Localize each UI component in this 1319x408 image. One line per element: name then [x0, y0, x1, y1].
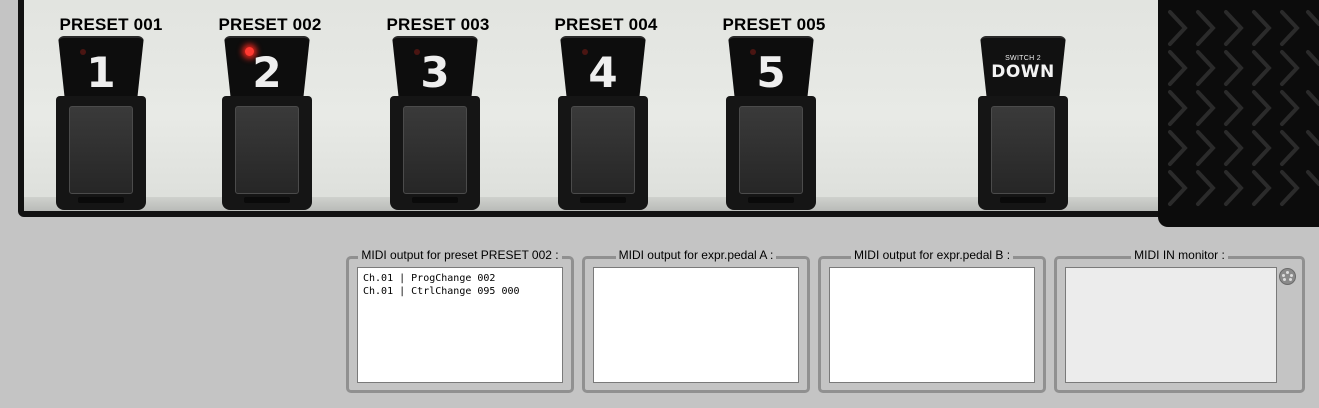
footswitch-preset-2[interactable]: 2 — [220, 36, 314, 210]
footswitch-number: 2 — [252, 48, 282, 97]
midi-output-expr-b-panel: MIDI output for expr.pedal B : — [818, 248, 1046, 393]
midi-output-preset-title: MIDI output for preset PRESET 002 : — [358, 248, 562, 262]
footswitch-number: 3 — [420, 48, 450, 97]
pedal-tread-pattern — [1168, 10, 1319, 206]
switch-small-label: SWITCH 2 — [1005, 55, 1041, 62]
midi-output-preset-log[interactable]: Ch.01 | ProgChange 002 Ch.01 | CtrlChang… — [357, 267, 563, 383]
midi-output-preset-panel: MIDI output for preset PRESET 002 : Ch.0… — [346, 248, 574, 393]
footswitch-pad[interactable] — [739, 106, 803, 203]
footswitch-number: 1 — [86, 48, 116, 97]
midi-output-expr-a-log[interactable] — [593, 267, 799, 383]
midi-in-monitor-title: MIDI IN monitor : — [1131, 248, 1228, 262]
midi-output-expr-a-panel: MIDI output for expr.pedal A : — [582, 248, 810, 393]
footswitch-body — [558, 96, 648, 210]
footswitch-body — [56, 96, 146, 210]
expression-pedal[interactable] — [1158, 0, 1319, 227]
midi-in-monitor-panel: MIDI IN monitor : — [1054, 248, 1305, 393]
footswitch-pad[interactable] — [403, 106, 467, 203]
footswitch-preset-3[interactable]: 3 — [388, 36, 482, 210]
preset-label-2: PRESET 002 — [218, 15, 322, 34]
footswitch-preset-4[interactable]: 4 — [556, 36, 650, 210]
footswitch-down[interactable]: SWITCH 2 DOWN — [976, 36, 1070, 210]
footswitch-body — [726, 96, 816, 210]
footswitch-number: 5 — [756, 48, 786, 97]
footswitch-body — [390, 96, 480, 210]
footswitch-number: 4 — [588, 48, 618, 97]
midi-output-expr-a-title: MIDI output for expr.pedal A : — [615, 248, 777, 262]
switch-down-label: DOWN — [991, 62, 1055, 82]
footswitch-pad[interactable] — [571, 106, 635, 203]
footswitch-preset-5[interactable]: 5 — [724, 36, 818, 210]
midi-log-line: Ch.01 | ProgChange 002 — [363, 273, 496, 284]
midi-in-monitor-log[interactable] — [1065, 267, 1277, 383]
footswitch-body — [222, 96, 312, 210]
preset-label-4: PRESET 004 — [554, 15, 658, 34]
footswitch-pad[interactable] — [235, 106, 299, 203]
midi-port-icon[interactable] — [1279, 268, 1296, 285]
preset-label-5: PRESET 005 — [722, 15, 826, 34]
footswitch-pad[interactable] — [991, 106, 1055, 203]
preset-label-3: PRESET 003 — [386, 15, 490, 34]
midi-output-expr-b-title: MIDI output for expr.pedal B : — [850, 248, 1014, 262]
footswitch-body — [978, 96, 1068, 210]
midi-log-line: Ch.01 | CtrlChange 095 000 — [363, 286, 520, 297]
footswitch-preset-1[interactable]: 1 — [54, 36, 148, 210]
midi-output-expr-b-log[interactable] — [829, 267, 1035, 383]
preset-label-1: PRESET 001 — [59, 15, 163, 34]
footswitch-pad[interactable] — [69, 106, 133, 203]
